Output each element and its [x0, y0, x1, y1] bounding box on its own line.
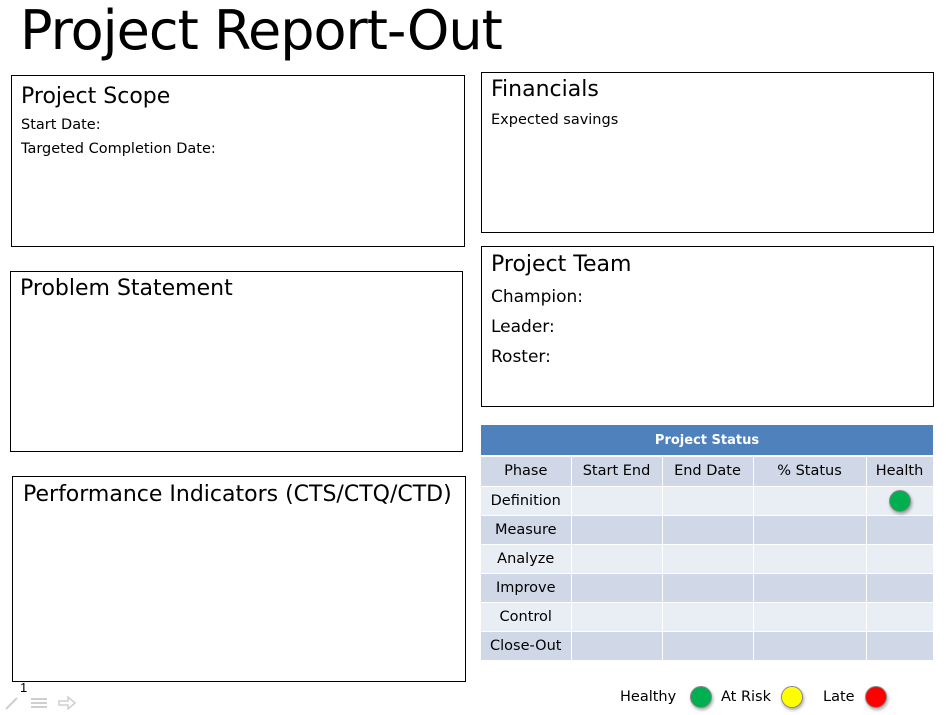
project-scope-title: Project Scope [21, 84, 171, 109]
status-cell[interactable] [753, 631, 867, 661]
table-row: Control [481, 602, 934, 632]
column-header-phase: Phase [481, 456, 572, 487]
start-date-label: Start Date: [21, 117, 101, 133]
status-header-row: Phase Start End End Date % Status Health [481, 456, 934, 487]
phase-cell: Control [481, 602, 572, 632]
table-row: Measure [481, 515, 934, 545]
start-end-cell[interactable] [571, 602, 663, 632]
table-row: Definition [481, 486, 934, 516]
completion-date-label: Targeted Completion Date: [21, 141, 216, 157]
legend-late-label: Late [823, 689, 855, 705]
end-date-cell[interactable] [662, 602, 754, 632]
healthy-circle-icon [690, 686, 713, 708]
roster-label: Roster: [491, 347, 551, 367]
performance-indicators-box: Performance Indicators (CTS/CTQ/CTD) [12, 476, 466, 682]
problem-statement-title: Problem Statement [20, 276, 233, 301]
phase-cell: Definition [481, 486, 572, 516]
table-row: Analyze [481, 544, 934, 574]
table-row: Close-Out [481, 631, 934, 661]
start-end-cell[interactable] [571, 486, 663, 516]
start-end-cell[interactable] [571, 544, 663, 574]
phase-cell: Improve [481, 573, 572, 603]
phase-cell: Analyze [481, 544, 572, 574]
status-cell[interactable] [753, 573, 867, 603]
health-cell[interactable] [866, 631, 934, 661]
slide-number: 1 [20, 680, 28, 695]
health-cell[interactable] [866, 486, 934, 516]
status-cell[interactable] [753, 602, 867, 632]
status-cell[interactable] [753, 544, 867, 574]
pen-icon[interactable] [4, 696, 20, 713]
column-header-health: Health [866, 456, 934, 487]
status-cell[interactable] [753, 515, 867, 545]
health-legend-healthy: Healthy [620, 686, 713, 708]
legend-healthy-label: Healthy [620, 689, 677, 705]
column-header-status: % Status [753, 456, 867, 487]
champion-label: Champion: [491, 287, 584, 307]
health-cell[interactable] [866, 602, 934, 632]
project-status-caption: Project Status [481, 425, 934, 457]
late-circle-icon [864, 686, 887, 708]
menu-icon[interactable] [30, 696, 48, 713]
problem-statement-box: Problem Statement [10, 271, 463, 452]
project-status-table: Project Status Phase Start End End Date … [481, 425, 934, 661]
financials-title: Financials [491, 77, 599, 102]
health-cell[interactable] [866, 573, 934, 603]
end-date-cell[interactable] [662, 515, 754, 545]
page-title: Project Report-Out [20, 0, 503, 62]
healthy-status-icon [888, 489, 911, 512]
end-date-cell[interactable] [662, 573, 754, 603]
start-end-cell[interactable] [571, 515, 663, 545]
status-cell[interactable] [753, 486, 867, 516]
financials-box: Financials Expected savings [481, 72, 934, 233]
phase-cell: Close-Out [481, 631, 572, 661]
slideshow-toolbar [4, 695, 77, 713]
health-legend-at-risk: At Risk [721, 686, 804, 708]
phase-cell: Measure [481, 515, 572, 545]
health-legend-late: Late [823, 686, 887, 708]
end-date-cell[interactable] [662, 486, 754, 516]
end-date-cell[interactable] [662, 544, 754, 574]
end-date-cell[interactable] [662, 631, 754, 661]
column-header-end-date: End Date [662, 456, 754, 487]
health-cell[interactable] [866, 544, 934, 574]
performance-indicators-title: Performance Indicators (CTS/CTQ/CTD) [23, 482, 452, 507]
project-scope-box: Project Scope Start Date: Targeted Compl… [11, 75, 465, 247]
start-end-cell[interactable] [571, 631, 663, 661]
column-header-start-end: Start End [571, 456, 663, 487]
health-cell[interactable] [866, 515, 934, 545]
at-risk-circle-icon [781, 686, 804, 708]
leader-label: Leader: [491, 317, 555, 337]
legend-at-risk-label: At Risk [721, 689, 772, 705]
start-end-cell[interactable] [571, 573, 663, 603]
table-row: Improve [481, 573, 934, 603]
expected-savings-label: Expected savings [491, 112, 619, 128]
project-team-box: Project Team Champion: Leader: Roster: [481, 246, 934, 407]
next-arrow-icon[interactable] [58, 695, 77, 713]
project-team-title: Project Team [491, 252, 632, 277]
